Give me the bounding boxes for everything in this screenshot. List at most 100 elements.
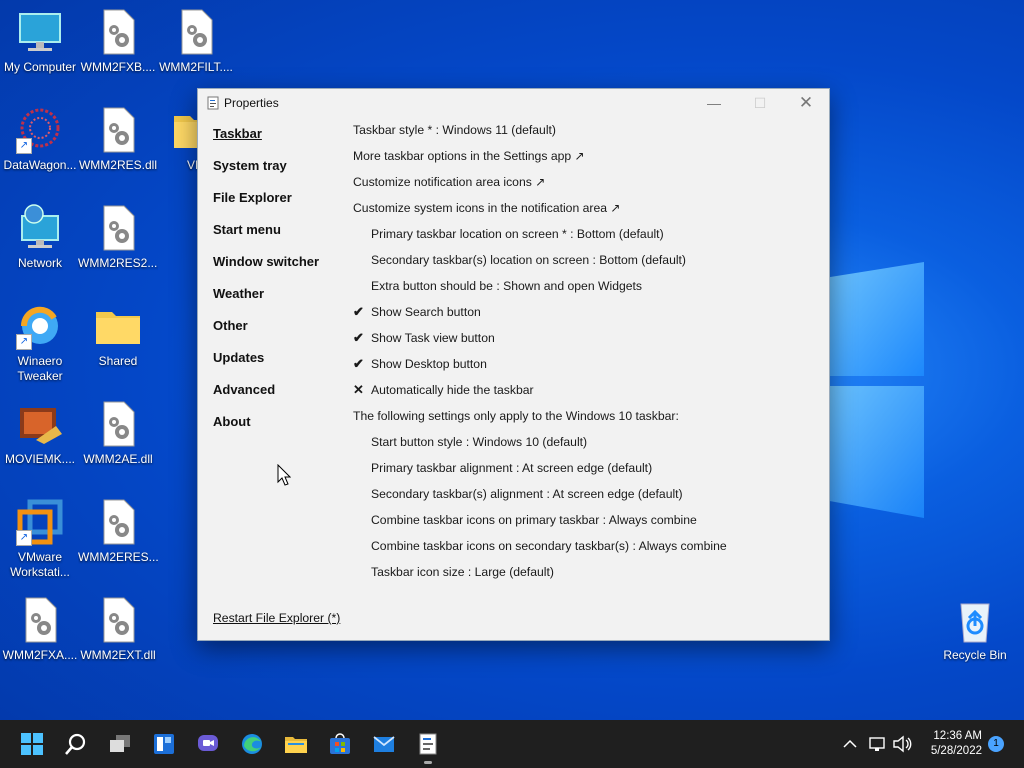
start-button[interactable] xyxy=(16,728,48,760)
option-primary-taskbar-alignment[interactable]: Primary taskbar alignment : At screen ed… xyxy=(353,461,821,487)
nav-about[interactable]: About xyxy=(213,415,319,447)
maximize-icon: ☐ xyxy=(753,94,767,111)
file-explorer-button[interactable] xyxy=(280,728,312,760)
mouse-cursor-icon xyxy=(277,464,291,486)
settings-file-icon xyxy=(172,8,220,56)
search-icon xyxy=(65,733,86,755)
widgets-button[interactable] xyxy=(148,728,180,760)
edge-button[interactable] xyxy=(236,728,268,760)
checkmark-icon: ✔ xyxy=(353,356,364,371)
desktop-icon-wmm2fxa[interactable]: WMM2FXA.... xyxy=(0,596,80,663)
minimize-button[interactable]: — xyxy=(691,89,737,117)
properties-app-icon xyxy=(207,96,219,110)
nav-advanced[interactable]: Advanced xyxy=(213,383,319,415)
nav-system-tray[interactable]: System tray xyxy=(213,159,319,191)
desktop-icon-wmm2res[interactable]: WMM2RES.dll xyxy=(78,106,158,173)
desktop-icon-datawagon[interactable]: ↗ DataWagon... xyxy=(0,106,80,173)
desktop-icon-wmm2ae[interactable]: WMM2AE.dll xyxy=(78,400,158,467)
movie-maker-icon xyxy=(16,400,64,448)
shortcut-arrow-icon: ↗ xyxy=(16,530,32,546)
close-button[interactable]: ✕ xyxy=(783,89,829,117)
task-view-button[interactable] xyxy=(104,728,136,760)
chevron-up-icon xyxy=(843,739,857,748)
active-app-indicator xyxy=(424,761,432,764)
nav-updates[interactable]: Updates xyxy=(213,351,319,383)
link-customize-system-icons[interactable]: Customize system icons in the notificati… xyxy=(353,201,821,227)
maximize-button[interactable]: ☐ xyxy=(737,89,783,117)
properties-app-icon xyxy=(419,733,437,755)
folder-icon xyxy=(285,737,307,753)
close-icon: ✕ xyxy=(798,93,814,112)
cross-mark-icon: ✕ xyxy=(353,382,364,397)
volume-button[interactable] xyxy=(886,728,918,760)
desktop-icon-wmm2fxb[interactable]: WMM2FXB.... xyxy=(78,8,158,75)
desktop-icon-winaero-tweaker[interactable]: ↗ Winaero Tweaker xyxy=(0,302,80,384)
computer-icon xyxy=(16,8,64,56)
section-heading-windows10: The following settings only apply to the… xyxy=(353,409,679,423)
desktop-icon-vmware[interactable]: ↗ VMware Workstati... xyxy=(0,498,80,580)
toggle-show-task-view-button[interactable]: ✔ Show Task view button xyxy=(353,331,821,357)
window-title: Properties xyxy=(224,96,279,110)
shortcut-arrow-icon: ↗ xyxy=(16,334,32,350)
option-extra-button[interactable]: Extra button should be : Shown and open … xyxy=(353,279,821,305)
toggle-show-desktop-button[interactable]: ✔ Show Desktop button xyxy=(353,357,821,383)
option-combine-secondary[interactable]: Combine taskbar icons on secondary taskb… xyxy=(353,539,821,565)
vmware-icon: ↗ xyxy=(16,498,64,546)
network-icon xyxy=(16,204,64,252)
option-start-button-style[interactable]: Start button style : Windows 10 (default… xyxy=(353,435,821,461)
settings-file-icon xyxy=(94,204,142,252)
search-button[interactable] xyxy=(60,728,92,760)
restart-file-explorer-link[interactable]: Restart File Explorer (*) xyxy=(213,611,340,625)
desktop-icon-wmm2eres[interactable]: WMM2ERES.... xyxy=(78,498,158,565)
clock[interactable]: 12:36 AM 5/28/2022 xyxy=(931,729,982,759)
option-primary-taskbar-location[interactable]: Primary taskbar location on screen * : B… xyxy=(353,227,821,253)
link-customize-notification-icons[interactable]: Customize notification area icons ↗ xyxy=(353,175,821,201)
volume-icon xyxy=(893,735,912,753)
taskbar: 12:36 AM 5/28/2022 1 xyxy=(0,720,1024,768)
desktop-icon-wmm2ext[interactable]: WMM2EXT.dll xyxy=(78,596,158,663)
toggle-show-search-button[interactable]: ✔ Show Search button xyxy=(353,305,821,331)
option-taskbar-icon-size[interactable]: Taskbar icon size : Large (default) xyxy=(353,565,821,591)
desktop-icon-my-computer[interactable]: My Computer xyxy=(0,8,80,75)
nav-other[interactable]: Other xyxy=(213,319,319,351)
option-combine-primary[interactable]: Combine taskbar icons on primary taskbar… xyxy=(353,513,821,539)
desktop-icon-network[interactable]: Network xyxy=(0,204,80,271)
taskbar-settings-list: Taskbar style * : Windows 11 (default) M… xyxy=(353,123,821,591)
chat-button[interactable] xyxy=(192,728,224,760)
option-secondary-taskbar-location[interactable]: Secondary taskbar(s) location on screen … xyxy=(353,253,821,279)
recycle-bin-icon xyxy=(951,596,999,644)
nav-start-menu[interactable]: Start menu xyxy=(213,223,319,255)
desktop-icon-moviemaker[interactable]: MOVIEMK.... xyxy=(0,400,80,467)
properties-window[interactable]: Properties — ☐ ✕ Taskbar System tray Fil… xyxy=(197,88,830,641)
toggle-auto-hide-taskbar[interactable]: ✕ Automatically hide the taskbar xyxy=(353,383,821,409)
settings-file-icon xyxy=(94,400,142,448)
settings-file-icon xyxy=(94,106,142,154)
clock-date: 5/28/2022 xyxy=(930,745,982,757)
properties-taskbar-button[interactable] xyxy=(412,728,444,760)
option-taskbar-style[interactable]: Taskbar style * : Windows 11 (default) xyxy=(353,123,821,149)
option-secondary-taskbar-alignment[interactable]: Secondary taskbar(s) alignment : At scre… xyxy=(353,487,821,513)
minimize-icon: — xyxy=(707,95,721,111)
clock-time: 12:36 AM xyxy=(933,730,982,742)
nav-taskbar[interactable]: Taskbar xyxy=(213,127,319,159)
settings-file-icon xyxy=(16,596,64,644)
settings-file-icon xyxy=(94,596,142,644)
winaero-tweaker-icon: ↗ xyxy=(16,302,64,350)
mail-button[interactable] xyxy=(368,728,400,760)
teams-chat-icon xyxy=(198,735,218,751)
settings-file-icon xyxy=(94,498,142,546)
nav-weather[interactable]: Weather xyxy=(213,287,319,319)
desktop-icon-shared[interactable]: Shared xyxy=(78,302,158,369)
desktop-icon-wmm2res2[interactable]: WMM2RES2.... xyxy=(78,204,158,271)
desktop-icon-wmm2filt[interactable]: WMM2FILT.... xyxy=(156,8,236,75)
nav-window-switcher[interactable]: Window switcher xyxy=(213,255,319,287)
link-more-taskbar-options[interactable]: More taskbar options in the Settings app… xyxy=(353,149,821,175)
checkmark-icon: ✔ xyxy=(353,330,364,345)
notification-badge[interactable]: 1 xyxy=(988,736,1004,752)
store-button[interactable] xyxy=(324,728,356,760)
windows-start-icon xyxy=(21,733,43,755)
task-view-icon xyxy=(110,735,130,752)
nav-file-explorer[interactable]: File Explorer xyxy=(213,191,319,223)
mail-icon xyxy=(373,736,395,752)
desktop-icon-recycle-bin[interactable]: Recycle Bin xyxy=(935,596,1015,663)
